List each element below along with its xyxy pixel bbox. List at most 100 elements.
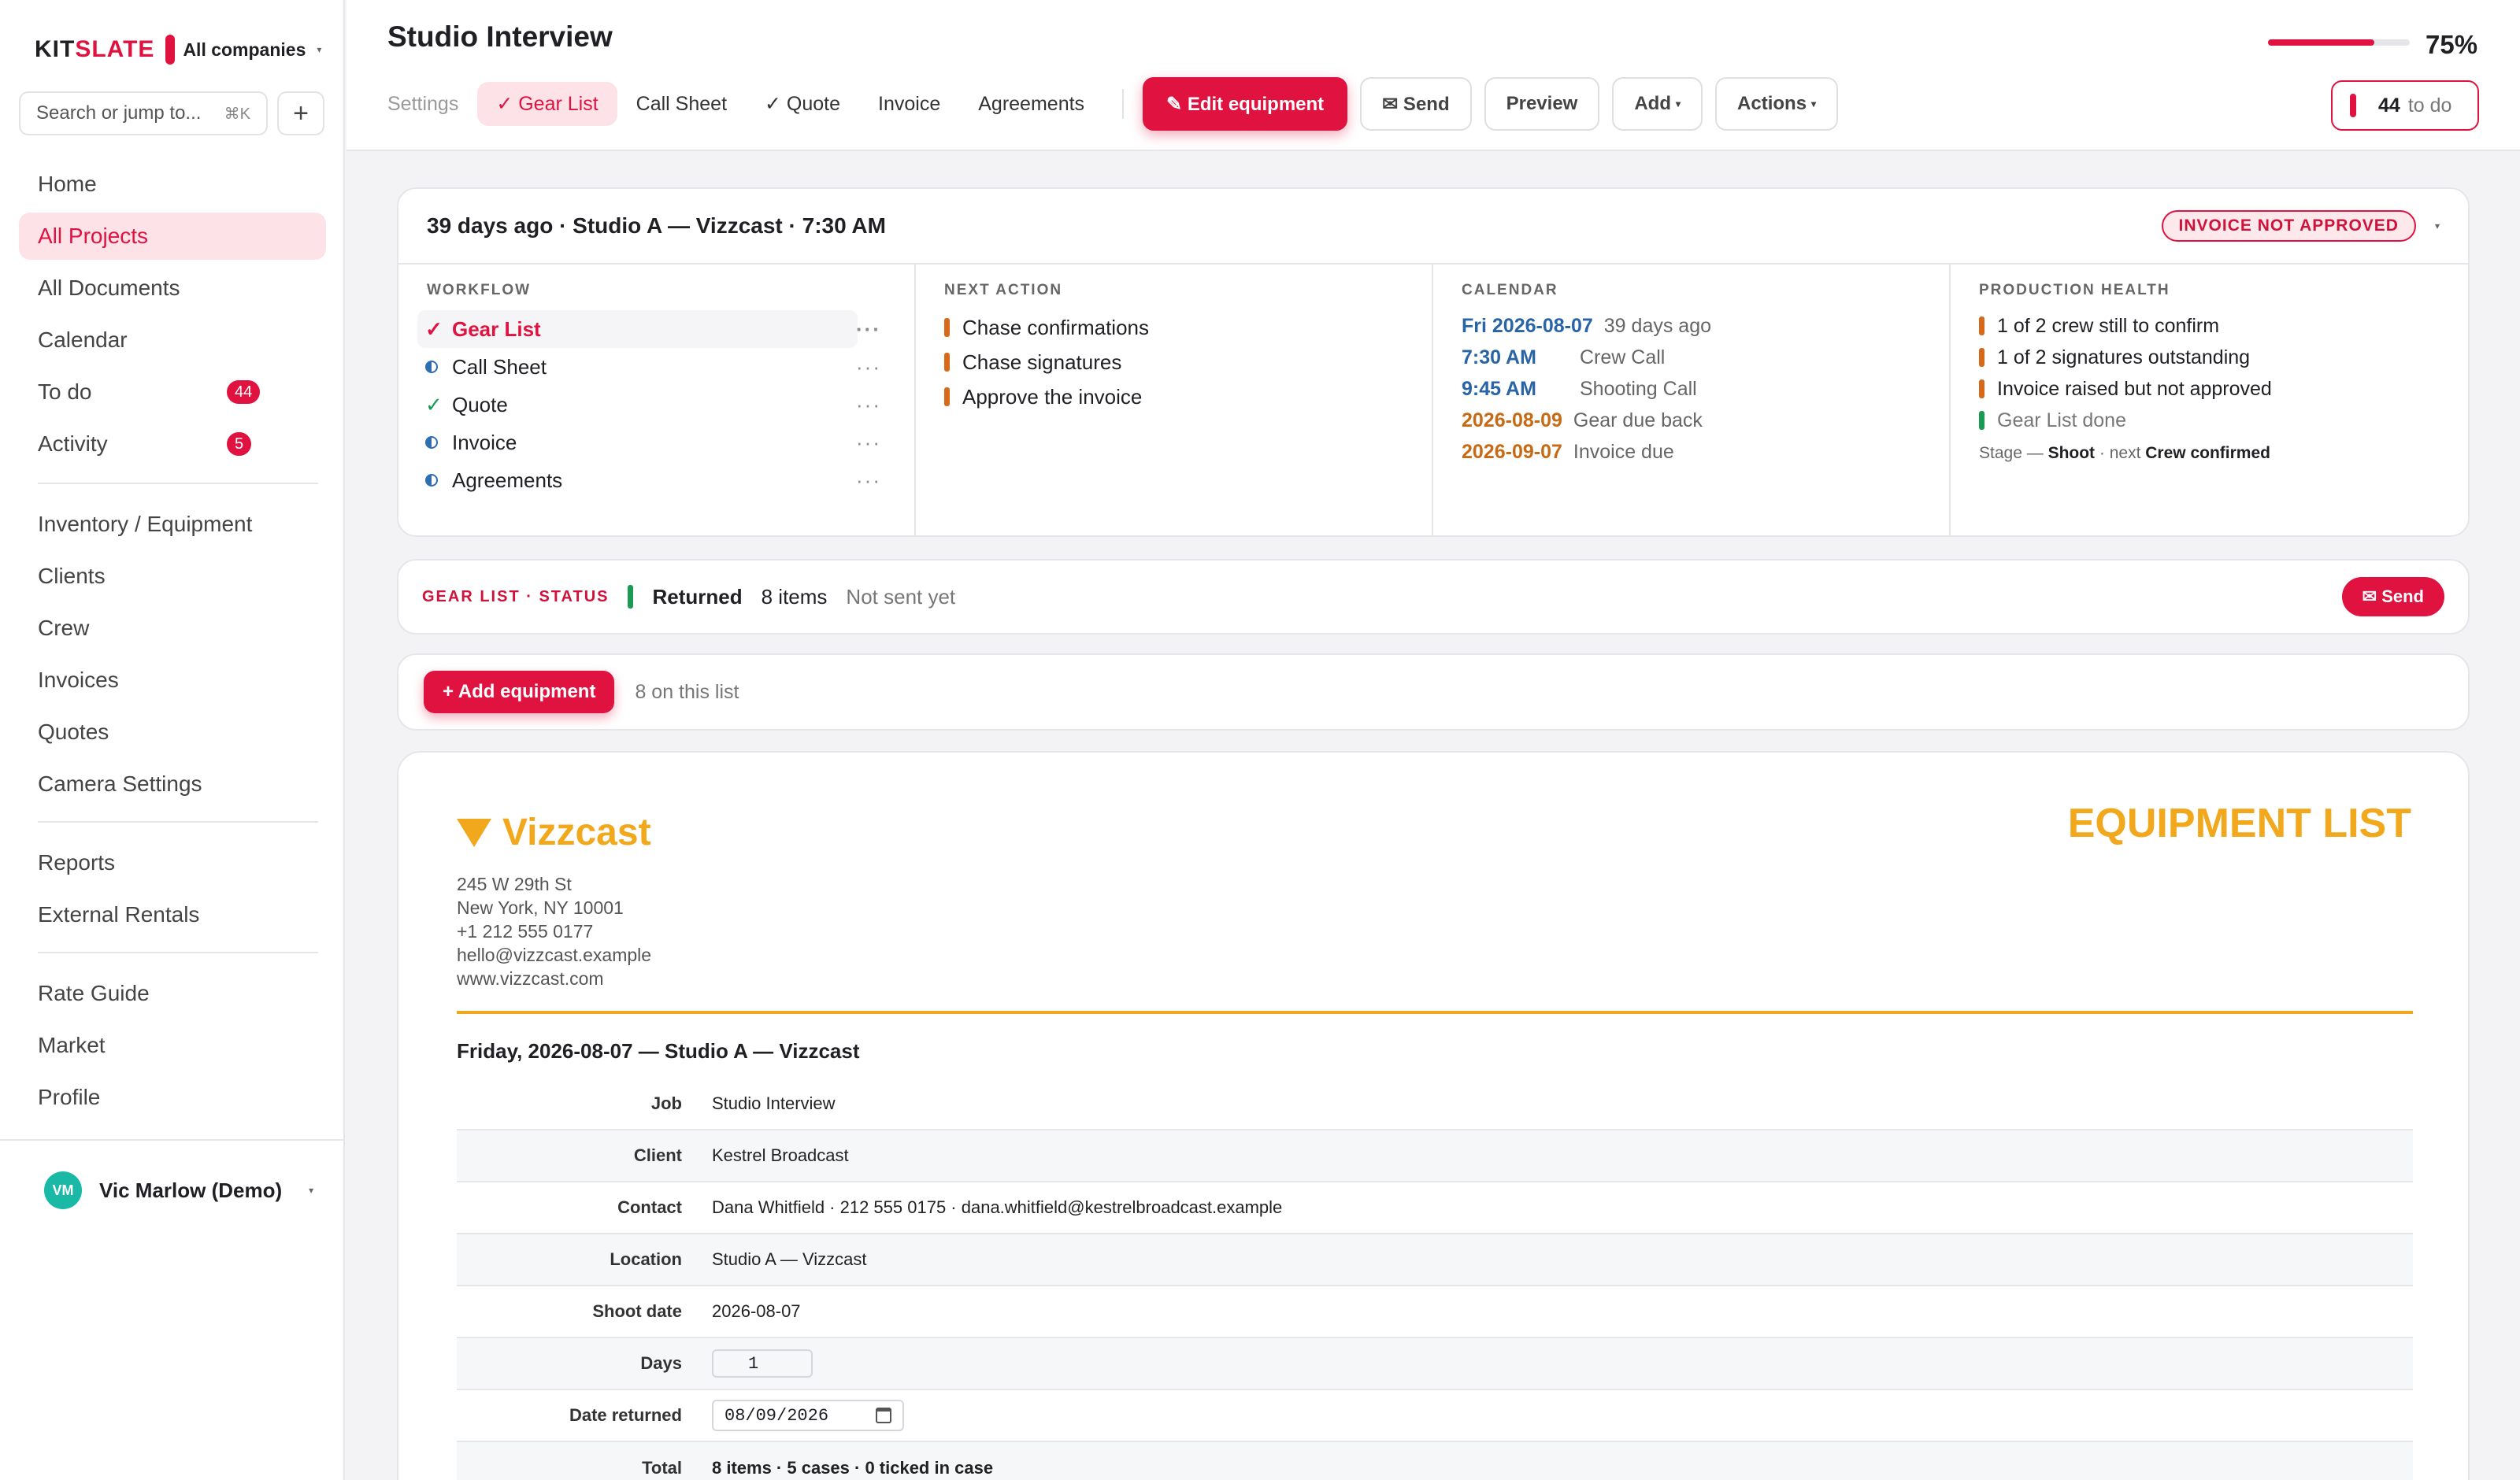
calendar-icon[interactable] [876,1408,891,1423]
new-item-button[interactable]: + [277,91,324,135]
sidebar-item-label: Camera Settings [38,771,202,796]
send-gear-list-button[interactable]: ✉ Send [2341,577,2444,616]
warning-marker-icon [1979,316,1984,335]
tab-invoice[interactable]: Invoice [859,82,959,126]
workflow-item-label: Invoice [452,430,517,454]
item-count: 8 items [761,584,828,609]
status-label: GEAR LIST · STATUS [422,587,610,605]
sidebar-item-all-documents[interactable]: All Documents [19,265,326,312]
workflow-item-invoice[interactable]: Invoice ··· [417,424,880,461]
more-icon[interactable]: ··· [856,355,881,379]
sidebar: KITSLATE All companies ▾ Search or jump … [0,0,345,1480]
edit-equipment-button[interactable]: ✎ Edit equipment [1143,77,1348,131]
check-icon: ✓ [425,392,443,416]
next-action-heading: NEXT ACTION [944,282,1063,298]
send-button[interactable]: ✉ Send [1360,77,1472,131]
sidebar-item-external-rentals[interactable]: External Rentals [19,891,326,938]
todo-count: 44 [2378,94,2400,117]
half-circle-icon [425,361,452,373]
sidebar-item-clients[interactable]: Clients [19,553,326,600]
workflow-item-gear-list[interactable]: ✓ Gear List ··· [417,310,880,348]
sidebar-item-todo[interactable]: To do 44 [19,368,326,416]
warning-marker-icon [944,353,950,372]
stage-prefix: Stage — [1979,444,2044,462]
sidebar-item-label: All Projects [38,224,149,248]
todo-marker-icon [2350,94,2356,117]
project-overview-header[interactable]: 39 days ago · Studio A — Vizzcast · 7:30… [398,189,2468,265]
stage-line: Stage — Shoot · next Crew confirmed [1979,444,2440,463]
tab-gear-list[interactable]: ✓ Gear List [477,82,617,126]
table-row: Total 8 items · 5 cases · 0 ticked in cas… [457,1442,2413,1480]
sidebar-divider [38,821,318,823]
more-icon[interactable]: ··· [856,431,881,455]
tab-quote[interactable]: ✓ Quote [746,82,859,126]
workflow-item-call-sheet[interactable]: Call Sheet ··· [417,348,880,386]
sidebar-item-quotes[interactable]: Quotes [19,709,326,756]
user-name: Vic Marlow (Demo) [99,1178,283,1202]
search-shortcut: ⌘K [224,105,250,123]
brand[interactable]: KITSLATE All companies ▾ [35,35,321,65]
calendar-heading: CALENDAR [1462,282,1558,298]
more-icon[interactable]: ··· [856,317,881,342]
warning-marker-icon [944,387,950,406]
calendar-date: 7:30 AM [1462,346,1536,368]
warning-marker-icon [1979,379,1984,398]
sidebar-item-market[interactable]: Market [19,1022,326,1069]
sidebar-item-reports[interactable]: Reports [19,839,326,886]
warning-marker-icon [944,318,950,337]
sidebar-item-label: Home [38,172,97,196]
search-input[interactable]: Search or jump to... ⌘K [19,91,268,135]
user-caret-icon[interactable]: ▾ [309,1185,313,1196]
actions-menu-button[interactable]: Actions ▾ [1715,77,1839,131]
user-menu[interactable]: VM Vic Marlow (Demo) ▾ [44,1171,313,1209]
company-name: Vizzcast [502,812,651,853]
chevron-down-icon: ▾ [1811,98,1817,109]
detail-value: Studio Interview [712,1093,836,1113]
sidebar-item-inventory[interactable]: Inventory / Equipment [19,501,326,548]
next-action-item[interactable]: Chase confirmations [944,310,1403,345]
half-circle-icon [425,474,452,487]
more-icon[interactable]: ··· [856,393,881,417]
sidebar-item-crew[interactable]: Crew [19,605,326,652]
todo-button[interactable]: 44 to do [2331,80,2479,131]
sidebar-item-home[interactable]: Home [19,161,326,208]
next-action-label: Approve the invoice [962,384,1143,409]
sidebar-item-rate-guide[interactable]: Rate Guide [19,970,326,1017]
tab-call-sheet[interactable]: Call Sheet [617,82,746,126]
sidebar-item-calendar[interactable]: Calendar [19,316,326,364]
tab-settings[interactable]: Settings [387,82,477,126]
calendar-entry: 9:45 AM Shooting Call [1462,373,1921,405]
workflow-item-label: Quote [452,392,508,416]
calendar-date: 2026-08-09 [1462,409,1562,431]
sidebar-item-camera-settings[interactable]: Camera Settings [19,760,326,808]
preview-button[interactable]: Preview [1484,77,1600,131]
add-menu-button[interactable]: Add ▾ [1612,77,1703,131]
health-item: Gear List done [1979,405,2440,436]
collapse-caret-icon[interactable]: ▾ [2435,220,2440,231]
project-header: Studio Interview 75% Settings ✓ Gear Lis… [346,0,2520,151]
project-overview-card: 39 days ago · Studio A — Vizzcast · 7:30… [397,187,2470,537]
tab-agreements[interactable]: Agreements [959,82,1103,126]
health-item: 1 of 2 crew still to confirm [1979,310,2440,342]
sidebar-item-profile[interactable]: Profile [19,1074,326,1121]
calendar-entry: 2026-09-07 Invoice due [1462,436,1921,468]
sidebar-item-label: Activity [38,431,108,456]
company-caret-icon[interactable]: ▾ [317,44,321,55]
next-action-item[interactable]: Approve the invoice [944,379,1403,414]
sidebar-item-activity[interactable]: Activity 5 [19,420,326,468]
table-row: Date returned 08/09/2026 [457,1390,2413,1442]
date-returned-field[interactable]: 08/09/2026 [712,1400,904,1431]
company-switcher-label[interactable]: All companies [183,39,306,61]
more-icon[interactable]: ··· [856,468,881,493]
days-field[interactable]: 1 [712,1349,813,1378]
brand-logo: KITSLATE [35,36,154,63]
health-item: 1 of 2 signatures outstanding [1979,342,2440,373]
chevron-down-icon: ▾ [1676,98,1681,109]
sidebar-item-invoices[interactable]: Invoices [19,657,326,704]
workflow-item-agreements[interactable]: Agreements ··· [417,461,880,499]
next-action-item[interactable]: Chase signatures [944,345,1403,379]
add-equipment-button[interactable]: + Add equipment [424,671,615,713]
workflow-item-quote[interactable]: ✓ Quote ··· [417,386,880,424]
company-logo: Vizzcast [457,811,651,854]
sidebar-item-all-projects[interactable]: All Projects [19,213,326,260]
